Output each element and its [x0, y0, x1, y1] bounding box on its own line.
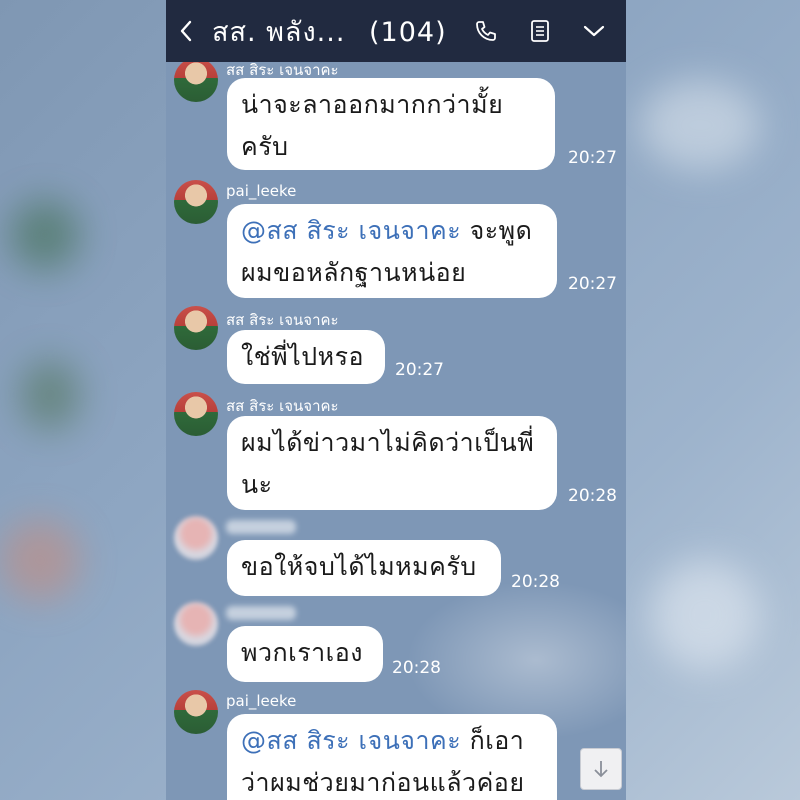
message-bubble[interactable]: พวกเราเอง	[227, 626, 383, 682]
message-text: ใช่พี่ไปหรอ	[241, 342, 365, 371]
message-bubble[interactable]: น่าจะลาออกมากกว่ามั้ย ครับ	[227, 78, 555, 170]
background-blur	[0, 520, 80, 600]
sender-name: pai_leeke	[226, 182, 297, 200]
group-name: สส. พลัง...	[212, 16, 346, 48]
message-text: พวกเราเอง	[241, 638, 363, 667]
chat-title: สส. พลัง... (104)	[212, 10, 447, 53]
notes-icon[interactable]	[524, 15, 556, 47]
arrow-down-icon	[594, 761, 608, 778]
scroll-to-bottom-button[interactable]	[580, 748, 622, 790]
avatar[interactable]	[174, 306, 218, 350]
mention-link[interactable]: @สส สิระ เจนจาคะ	[241, 216, 461, 245]
sender-name: สส สิระ เจนจาคะ	[226, 397, 339, 415]
background-blur	[10, 200, 80, 270]
back-icon[interactable]	[166, 0, 206, 62]
sender-name: pai_leeke	[226, 692, 297, 710]
member-count: (104)	[369, 16, 447, 48]
message-text: ขอให้จบได้ไมหมครับ	[241, 552, 477, 581]
chat-screen: สส. พลัง... (104) สส สิระ เจนจาคะ น่าจะล…	[166, 0, 626, 800]
background-blur	[20, 360, 80, 430]
message-text: นะ	[241, 470, 273, 499]
avatar[interactable]	[174, 392, 218, 436]
sender-name	[226, 520, 296, 534]
message-text: ผมได้ข่าวมาไม่คิดว่าเป็นพี่	[241, 428, 535, 457]
message-bubble[interactable]: ใช่พี่ไปหรอ	[227, 330, 385, 384]
message-time: 20:27	[395, 360, 444, 380]
avatar[interactable]	[174, 602, 218, 646]
avatar[interactable]	[174, 58, 218, 102]
mention-link[interactable]: @สส สิระ เจนจาคะ	[241, 726, 461, 755]
message-bubble[interactable]: @สส สิระ เจนจาคะ จะพูด ผมขอหลักฐานหน่อย	[227, 204, 557, 298]
message-bubble[interactable]: ผมได้ข่าวมาไม่คิดว่าเป็นพี่ นะ	[227, 416, 557, 510]
avatar[interactable]	[174, 690, 218, 734]
message-time: 20:28	[511, 572, 560, 592]
message-text: ครับ	[241, 132, 289, 161]
message-time: 20:27	[568, 148, 617, 168]
sender-name	[226, 606, 296, 620]
message-text: ผมขอหลักฐานหน่อย	[241, 258, 467, 287]
message-bubble[interactable]: @สส สิระ เจนจาคะ ก็เอา ว่าผมช่วยมาก่อนแล…	[227, 714, 557, 800]
chevron-down-icon[interactable]	[578, 15, 610, 47]
sender-name: สส สิระ เจนจาคะ	[226, 311, 339, 329]
phone-icon[interactable]	[470, 15, 502, 47]
message-text: ว่าผมช่วยมาก่อนแล้วค่อย	[241, 768, 525, 797]
message-bubble[interactable]: ขอให้จบได้ไมหมครับ	[227, 540, 501, 596]
avatar[interactable]	[174, 180, 218, 224]
message-time: 20:28	[568, 486, 617, 506]
message-text: จะพูด	[469, 216, 533, 245]
message-time: 20:27	[568, 274, 617, 294]
chat-header: สส. พลัง... (104)	[166, 0, 626, 62]
avatar[interactable]	[174, 516, 218, 560]
message-text: น่าจะลาออกมากกว่ามั้ย	[241, 90, 504, 119]
background-blur	[650, 560, 760, 670]
background-blur	[640, 80, 760, 170]
message-text: ก็เอา	[469, 726, 525, 755]
message-time: 20:28	[392, 658, 441, 678]
